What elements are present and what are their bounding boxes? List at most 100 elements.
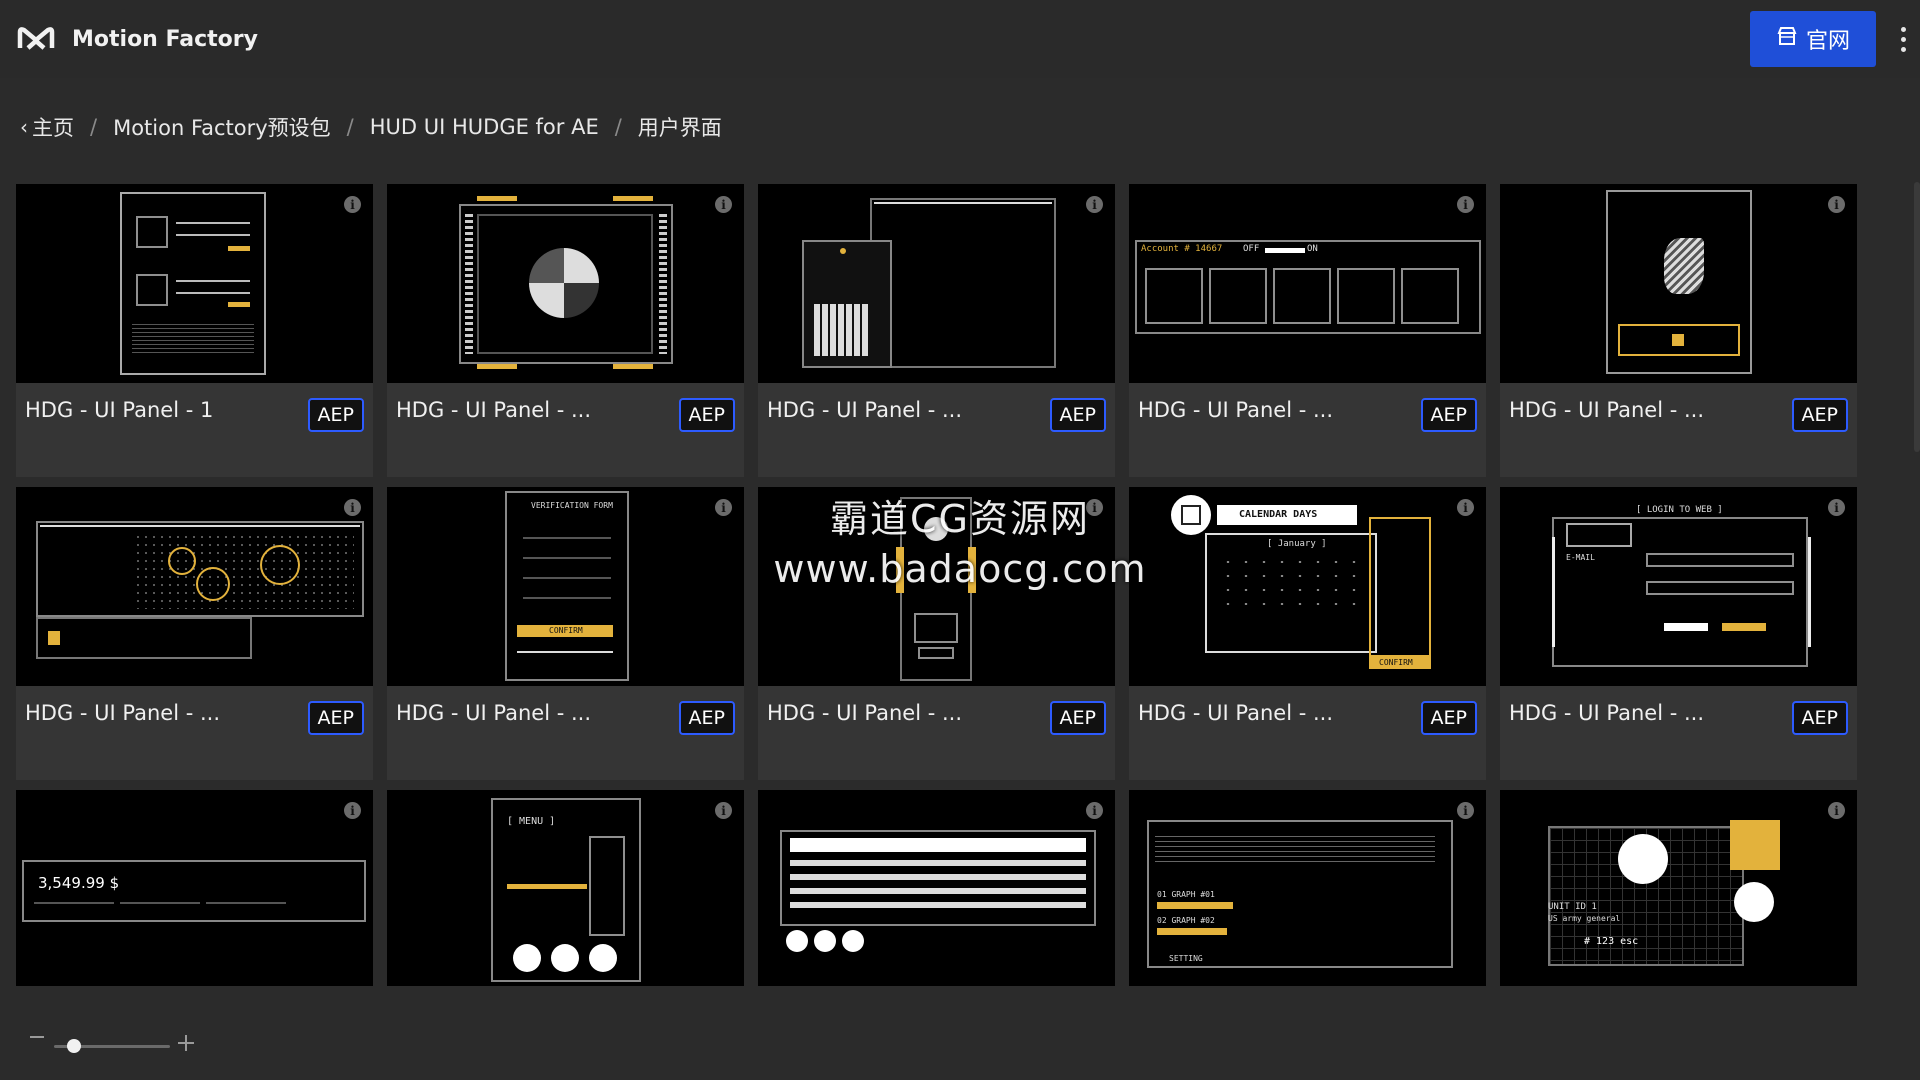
watermark: 霸道CG资源网 www.badaocg.com — [770, 488, 1150, 591]
calendar-days-label: CALENDAR DAYS — [1239, 509, 1318, 520]
info-icon[interactable]: i — [344, 196, 361, 213]
asset-thumbnail[interactable] — [758, 790, 1115, 986]
asset-card[interactable]: CALENDAR DAYS [ January ] CONFIRM i HDG … — [1129, 487, 1486, 780]
breadcrumb-hud-ui[interactable]: HUD UI HUDGE for AE — [370, 115, 599, 139]
vertical-scrollbar[interactable] — [1914, 182, 1920, 452]
asset-card[interactable]: UNIT ID 1 US army general # 123 esc i — [1500, 790, 1857, 986]
watermark-line-2: www.badaocg.com — [773, 547, 1147, 591]
info-icon[interactable]: i — [1457, 802, 1474, 819]
bottom-bar — [0, 1000, 1920, 1080]
zoom-slider-handle[interactable] — [66, 1039, 81, 1053]
top-bar: Motion Factory 官网 — [0, 0, 1920, 78]
zoom-out-icon[interactable] — [30, 1036, 44, 1038]
info-icon[interactable]: i — [1828, 802, 1845, 819]
menu-label: [ MENU ] — [507, 816, 556, 827]
chevron-left-icon[interactable]: ‹ — [20, 115, 28, 139]
more-options-icon[interactable] — [1898, 22, 1908, 56]
app-title: Motion Factory — [72, 26, 258, 52]
asset-grid-row-3: 3,549.99 $ i [ MENU ] i i 01 GRAPH #01 0… — [16, 790, 1858, 986]
breadcrumb-separator: / — [90, 115, 98, 139]
info-icon[interactable]: i — [715, 196, 732, 213]
info-icon[interactable]: i — [344, 499, 361, 516]
asset-thumbnail[interactable]: UNIT ID 1 US army general # 123 esc — [1500, 790, 1857, 986]
asset-title: HDG - UI Panel - ... — [396, 701, 592, 725]
asset-title: HDG - UI Panel - ... — [396, 398, 592, 422]
info-icon[interactable]: i — [1828, 196, 1845, 213]
info-icon[interactable]: i — [1457, 499, 1474, 516]
breadcrumb-separator: / — [614, 115, 622, 139]
info-icon[interactable]: i — [715, 499, 732, 516]
motion-factory-logo-icon[interactable] — [16, 22, 58, 56]
login-to-web-label: [ LOGIN TO WEB ] — [1636, 505, 1723, 515]
email-label: E-MAIL — [1566, 553, 1595, 562]
asset-thumbnail[interactable] — [16, 184, 373, 383]
watermark-line-1: 霸道CG资源网 — [830, 497, 1090, 541]
confirm-label: CONFIRM — [1379, 658, 1413, 667]
aep-badge: AEP — [1049, 701, 1106, 735]
asset-title: HDG - UI Panel - 1 — [25, 398, 214, 422]
asset-title: HDG - UI Panel - ... — [1138, 398, 1334, 422]
asset-thumbnail[interactable] — [1500, 184, 1857, 383]
aep-badge: AEP — [1420, 701, 1477, 735]
asset-card[interactable]: 01 GRAPH #01 02 GRAPH #02 SETTING i — [1129, 790, 1486, 986]
official-site-button[interactable]: 官网 — [1750, 11, 1876, 67]
esc-label: # 123 esc — [1584, 936, 1639, 947]
verification-form-label: VERIFICATION FORM — [531, 501, 613, 510]
info-icon[interactable]: i — [1457, 196, 1474, 213]
asset-title: HDG - UI Panel - ... — [767, 701, 963, 725]
asset-thumbnail[interactable]: 3,549.99 $ — [16, 790, 373, 986]
breadcrumb: ‹ 主页 / Motion Factory预设包 / HUD UI HUDGE … — [20, 112, 722, 142]
asset-thumbnail[interactable] — [16, 487, 373, 686]
asset-card[interactable]: i HDG - UI Panel - 1 AEP — [16, 184, 373, 477]
info-icon[interactable]: i — [344, 802, 361, 819]
aep-badge: AEP — [678, 701, 735, 735]
asset-card[interactable]: Account # 14667 OFF ON i HDG - UI Panel … — [1129, 184, 1486, 477]
aep-badge: AEP — [1420, 398, 1477, 432]
info-icon[interactable]: i — [1086, 196, 1103, 213]
breadcrumb-home[interactable]: 主页 — [32, 112, 74, 142]
graph-2-label: 02 GRAPH #02 — [1157, 916, 1215, 925]
breadcrumb-separator: / — [346, 115, 354, 139]
asset-thumbnail[interactable]: CALENDAR DAYS [ January ] CONFIRM — [1129, 487, 1486, 686]
asset-card[interactable]: i HDG - UI Panel - ... AEP — [1500, 184, 1857, 477]
info-icon[interactable]: i — [715, 802, 732, 819]
asset-card[interactable]: VERIFICATION FORM CONFIRM i HDG - UI Pan… — [387, 487, 744, 780]
setting-label: SETTING — [1169, 954, 1203, 963]
asset-card[interactable]: [ LOGIN TO WEB ] E-MAIL i HDG - UI Panel… — [1500, 487, 1857, 780]
unit-label: UNIT ID 1 — [1548, 902, 1597, 912]
asset-grid: i HDG - UI Panel - 1 AEP i HDG - UI Pane… — [16, 184, 1858, 780]
asset-card[interactable]: 3,549.99 $ i — [16, 790, 373, 986]
asset-card[interactable]: i HDG - UI Panel - ... AEP — [758, 184, 1115, 477]
breadcrumb-current: 用户界面 — [637, 116, 722, 140]
breadcrumb-preset-pack[interactable]: Motion Factory预设包 — [113, 112, 331, 142]
asset-title: HDG - UI Panel - ... — [1509, 398, 1705, 422]
asset-thumbnail[interactable]: [ LOGIN TO WEB ] E-MAIL — [1500, 487, 1857, 686]
january-label: [ January ] — [1267, 539, 1327, 549]
asset-thumbnail[interactable]: Account # 14667 OFF ON — [1129, 184, 1486, 383]
info-icon[interactable]: i — [1086, 802, 1103, 819]
official-site-label: 官网 — [1805, 29, 1850, 54]
asset-thumbnail[interactable]: [ MENU ] — [387, 790, 744, 986]
info-icon[interactable]: i — [1828, 499, 1845, 516]
confirm-label: CONFIRM — [549, 626, 583, 635]
asset-card[interactable]: i — [758, 790, 1115, 986]
asset-thumbnail[interactable] — [387, 184, 744, 383]
calendar-icon — [1181, 505, 1201, 525]
asset-title: HDG - UI Panel - ... — [1138, 701, 1334, 725]
off-label: OFF — [1243, 244, 1260, 254]
asset-card[interactable]: i HDG - UI Panel - ... AEP — [16, 487, 373, 780]
aep-badge: AEP — [678, 398, 735, 432]
asset-thumbnail[interactable]: VERIFICATION FORM CONFIRM — [387, 487, 744, 686]
asset-title: HDG - UI Panel - ... — [1509, 701, 1705, 725]
zoom-in-icon[interactable] — [178, 1035, 194, 1051]
aep-badge: AEP — [1791, 701, 1848, 735]
account-label: Account # 14667 — [1141, 244, 1223, 254]
asset-thumbnail[interactable]: 01 GRAPH #01 02 GRAPH #02 SETTING — [1129, 790, 1486, 986]
store-icon — [1776, 25, 1798, 53]
asset-thumbnail[interactable] — [758, 184, 1115, 383]
aep-badge: AEP — [1049, 398, 1106, 432]
asset-title: HDG - UI Panel - ... — [25, 701, 221, 725]
asset-card[interactable]: i HDG - UI Panel - ... AEP — [387, 184, 744, 477]
asset-card[interactable]: [ MENU ] i — [387, 790, 744, 986]
aep-badge: AEP — [307, 701, 364, 735]
